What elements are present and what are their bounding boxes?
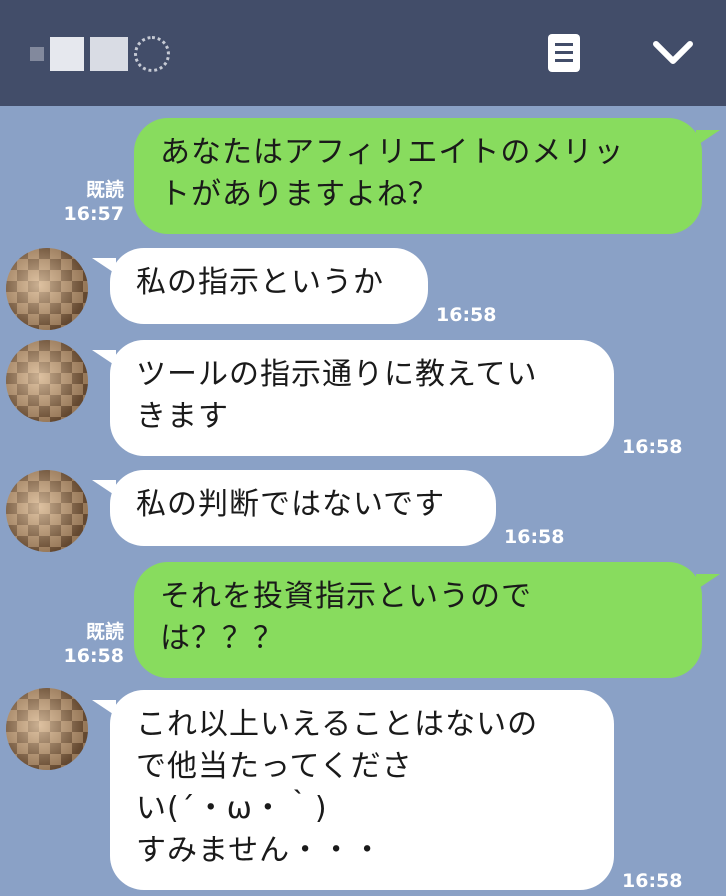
avatar[interactable]: [6, 340, 88, 422]
bubble-tail: [92, 350, 116, 366]
message-line: 私の判断ではないです: [136, 487, 446, 522]
message-line: それを投資指示というので: [160, 579, 532, 614]
message-bubble-received[interactable]: 私の判断ではないです: [110, 470, 496, 546]
note-icon[interactable]: [548, 34, 580, 72]
timestamp: 16:58: [622, 436, 683, 458]
read-receipt: 既読 16:58: [63, 621, 124, 667]
message-bubble-sent[interactable]: あなたはアフィリエイトのメリッ トがありますよね？: [134, 118, 702, 234]
chevron-down-icon[interactable]: [650, 34, 696, 74]
message-line: すみません・・・: [136, 833, 384, 868]
message-line: 私の指示というか: [136, 265, 384, 300]
message-line: これ以上いえることはないの: [136, 707, 539, 742]
bubble-tail: [92, 480, 116, 496]
timestamp: 16:58: [622, 870, 683, 892]
message-line: い(´・ω・｀): [136, 791, 328, 826]
pixelated-block: [134, 36, 170, 72]
message-bubble-received[interactable]: これ以上いえることはないの で他当たってくださ い(´・ω・｀) すみません・・…: [110, 690, 614, 890]
bubble-tail: [92, 700, 116, 716]
message-bubble-sent[interactable]: それを投資指示というので は？？？: [134, 562, 702, 678]
avatar[interactable]: [6, 688, 88, 770]
pixelated-block: [50, 37, 84, 71]
message-list[interactable]: 既読 16:57 あなたはアフィリエイトのメリッ トがありますよね？ 私の指示と…: [0, 106, 726, 896]
message-line: で他当たってくださ: [136, 749, 413, 784]
chat-header: [0, 0, 726, 106]
message-line: ツールの指示通りに教えてい: [136, 357, 538, 392]
bubble-tail: [696, 574, 720, 590]
avatar[interactable]: [6, 248, 88, 330]
message-bubble-received[interactable]: ツールの指示通りに教えてい きます: [110, 340, 614, 456]
message-line: トがありますよね？: [160, 177, 439, 212]
contact-name-pixelated[interactable]: [30, 34, 170, 74]
bubble-tail: [696, 130, 720, 146]
bubble-tail: [92, 258, 116, 274]
message-line: は？？？: [160, 621, 284, 656]
message-line: きます: [136, 399, 229, 434]
timestamp: 16:58: [436, 304, 497, 326]
pixelated-block: [30, 47, 44, 61]
pixelated-block: [90, 37, 128, 71]
message-line: あなたはアフィリエイトのメリッ: [160, 135, 625, 170]
read-receipt: 既読 16:57: [63, 179, 124, 225]
timestamp: 16:58: [504, 526, 565, 548]
avatar[interactable]: [6, 470, 88, 552]
message-bubble-received[interactable]: 私の指示というか: [110, 248, 428, 324]
